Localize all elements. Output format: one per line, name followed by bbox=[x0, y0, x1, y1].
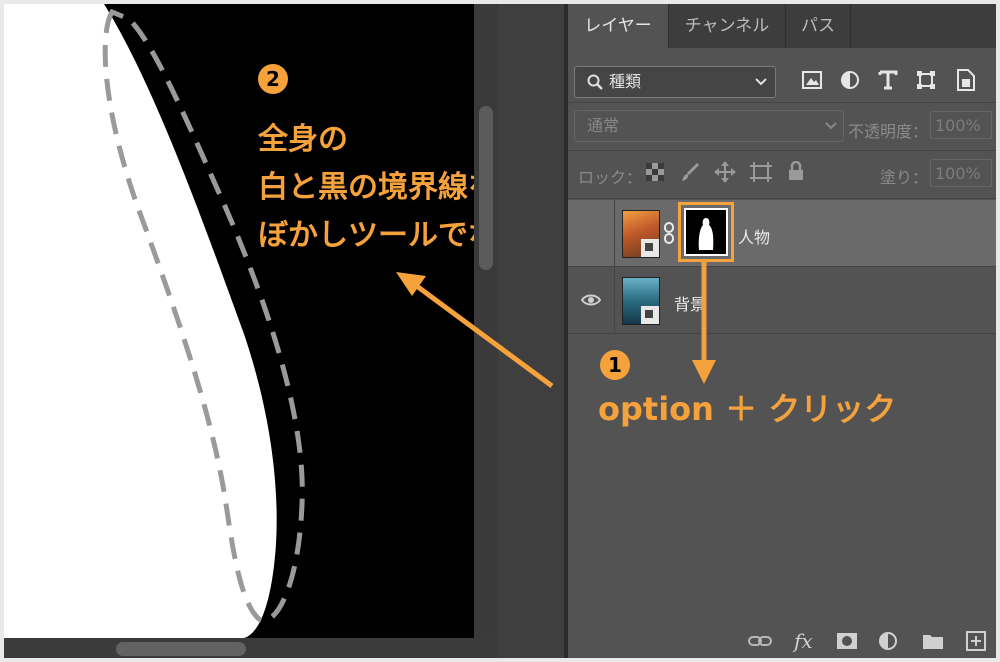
arrow-down-head bbox=[692, 360, 716, 384]
step1-badge: 1 bbox=[600, 350, 630, 380]
step1-text: option ＋ クリック bbox=[598, 390, 897, 428]
arrow-diagonal bbox=[412, 281, 554, 389]
annotation-arrows bbox=[396, 262, 716, 389]
